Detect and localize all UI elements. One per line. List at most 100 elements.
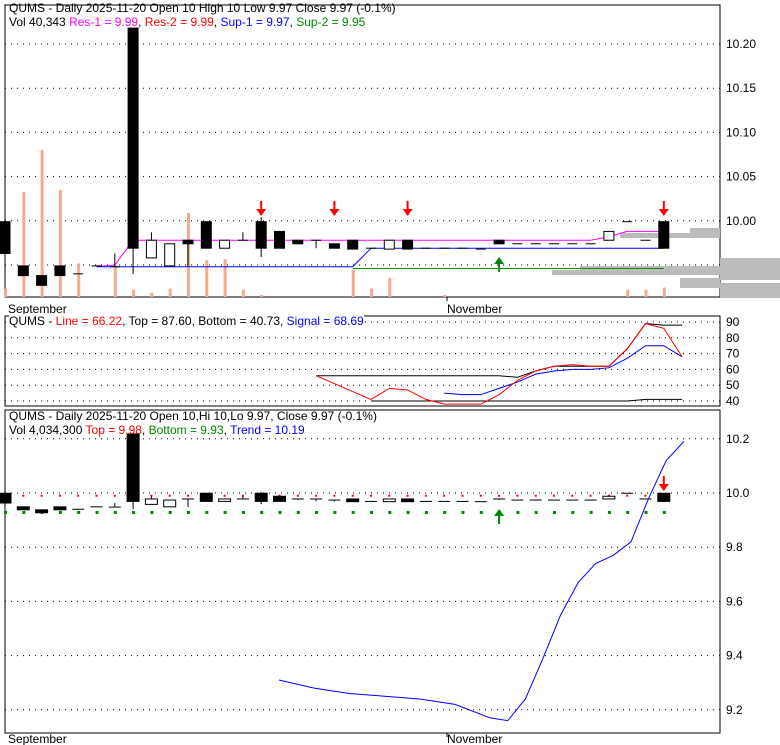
bottom-dot	[223, 510, 227, 514]
trend-candle	[16, 506, 30, 511]
bottom-dot	[168, 510, 172, 514]
panel-frame	[4, 4, 721, 298]
bottom-dot	[571, 510, 575, 514]
price-candle	[145, 239, 157, 259]
top-dot	[315, 494, 318, 497]
price-title: QUMS - Daily 2025-11-20 Open 10 High 10 …	[9, 1, 396, 15]
price-candle	[292, 239, 304, 245]
volume-bar	[260, 294, 264, 297]
price-candle	[17, 265, 29, 277]
volume-profile-bar	[580, 266, 720, 270]
price-candle	[54, 265, 66, 277]
x-label-september: September	[8, 732, 67, 745]
volume-profile-bar	[690, 228, 720, 238]
price-legend: QUMS - Daily 2025-11-20 Open 10 High 10 …	[9, 1, 396, 29]
volume-bar	[77, 263, 81, 297]
top-dot	[150, 494, 153, 497]
price-candle	[255, 221, 267, 249]
osc-tick-label: 60	[726, 362, 740, 376]
price-candle	[402, 239, 414, 250]
price-candle	[219, 239, 231, 249]
volume-bar	[388, 278, 392, 297]
bottom-dot	[58, 510, 62, 514]
top-dot	[479, 494, 482, 497]
osc-name: QUMS -	[9, 314, 56, 328]
bottom-dot	[479, 510, 483, 514]
osc-tick-label: 90	[726, 315, 740, 329]
top-dot	[351, 494, 354, 497]
top-dot	[443, 494, 446, 497]
osc-bottom-label: Bottom = 40.73	[198, 314, 280, 328]
volume-bar	[351, 269, 355, 297]
trend-volume-label: Vol 4,034,300	[9, 423, 83, 437]
bottom-dot	[205, 510, 209, 514]
top-dot	[516, 494, 519, 497]
osc-signal-label: Signal = 68.69	[286, 314, 364, 328]
bottom-dot	[95, 510, 99, 514]
volume-bar	[241, 289, 245, 297]
bottom-dot	[132, 510, 136, 514]
volume-bar	[58, 189, 62, 297]
top-dot	[553, 494, 555, 497]
top-dot	[168, 494, 171, 497]
panel-frame	[4, 315, 721, 407]
volume-bar	[626, 289, 630, 297]
top-dot	[22, 494, 25, 497]
price-candle	[36, 275, 48, 286]
bottom-dot	[260, 510, 264, 514]
top-dot	[58, 494, 61, 497]
trend-tick-label: 10.0	[726, 486, 750, 500]
volume-bar	[40, 150, 44, 297]
price-candle	[127, 27, 139, 249]
trend-candle	[218, 498, 232, 502]
bottom-dot	[607, 510, 611, 514]
top-dot	[370, 494, 372, 497]
price-tick-label: 10.05	[726, 170, 756, 184]
trend-title: QUMS - Daily 2025-11-20 Open 10,Hi 10,Lo…	[9, 409, 377, 423]
price-candle	[383, 239, 395, 250]
top-dot	[534, 494, 537, 497]
price-candle	[182, 239, 194, 245]
trend-candle	[126, 433, 140, 502]
top-dot	[77, 494, 80, 497]
bottom-dot	[553, 510, 556, 514]
oscillator-legend: QUMS - Line = 66.22, Top = 87.60, Bottom…	[9, 314, 364, 328]
osc-tick-label: 40	[726, 394, 740, 408]
trend-tick-label: 9.2	[726, 703, 743, 717]
price-tick-label: 10.00	[726, 214, 756, 228]
trend-tick-label: 10.2	[726, 432, 750, 446]
top-dot	[113, 494, 116, 497]
trend-candle	[602, 495, 616, 500]
trend-candle	[657, 492, 671, 502]
price-candle	[328, 243, 340, 249]
bottom-dot	[589, 510, 593, 514]
top-dot	[333, 494, 336, 497]
price-candle	[164, 243, 176, 267]
bottom-dot	[333, 510, 337, 514]
volume-profile-bar	[680, 278, 720, 288]
bottom-dot	[351, 510, 355, 514]
bottom-dot	[22, 510, 26, 514]
stock-chart: 10.2010.1510.1010.0510.009.9590807060504…	[0, 4, 780, 745]
price-tick-label: 10.20	[726, 37, 756, 51]
osc-tick-label: 80	[726, 331, 740, 345]
top-dot	[406, 494, 409, 497]
trend-candle	[163, 499, 177, 508]
volume-bar	[4, 288, 7, 297]
osc-tick-label: 50	[726, 378, 740, 392]
volume-bar	[443, 294, 447, 297]
trend-candle	[346, 498, 360, 503]
bottom-dot	[278, 510, 282, 514]
price-tick-label: 10.15	[726, 81, 756, 95]
bottom-dot	[443, 510, 447, 514]
sup2-label: Sup-2 = 9.95	[296, 15, 366, 29]
trend-value-label: Trend = 10.19	[230, 423, 305, 437]
bottom-dot	[4, 510, 7, 514]
x-label-november: November	[447, 732, 502, 745]
volume-bar	[644, 289, 648, 297]
trend-candle	[144, 498, 158, 505]
trend-candle	[273, 495, 286, 502]
price-candle	[0, 221, 11, 255]
volume-bar	[662, 287, 666, 297]
volume-bar	[22, 192, 26, 297]
